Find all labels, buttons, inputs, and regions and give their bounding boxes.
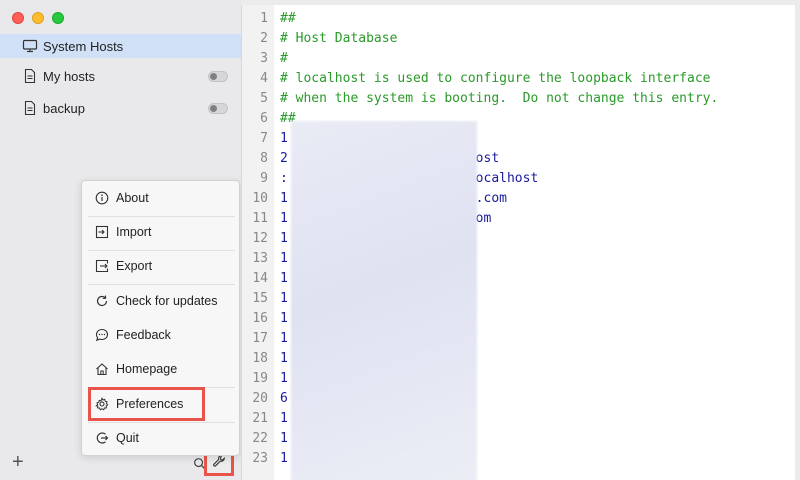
- line-text: 1: [280, 351, 288, 366]
- line-number: 4: [260, 71, 268, 86]
- line-number: 21: [252, 411, 268, 426]
- line-number: 17: [252, 331, 268, 346]
- tools-popup-menu: About Import Export Check for updates Fe…: [81, 180, 240, 456]
- quit-icon: [96, 432, 109, 444]
- menu-item-label: Homepage: [116, 362, 178, 376]
- menu-item-label: Export: [116, 259, 153, 273]
- home-icon: [96, 363, 108, 376]
- add-host-button[interactable]: +: [12, 452, 24, 472]
- sidebar-item-my-hosts[interactable]: My hosts: [0, 64, 241, 88]
- line-number: 8: [260, 151, 268, 166]
- menu-item-label: Quit: [116, 431, 139, 445]
- line-number: 12: [252, 231, 268, 246]
- my-hosts-toggle[interactable]: [208, 71, 228, 82]
- line-text: #: [280, 51, 288, 66]
- menu-item-label: Import: [116, 225, 152, 239]
- line-number: 19: [252, 371, 268, 386]
- line-number: 6: [260, 111, 268, 126]
- line-number: 5: [260, 91, 268, 106]
- refresh-icon: [96, 295, 108, 307]
- line-number: 11: [252, 211, 268, 226]
- menu-divider: [88, 284, 235, 285]
- menu-divider: [88, 422, 235, 423]
- export-icon: [95, 259, 109, 273]
- menu-item-about[interactable]: About: [88, 185, 235, 211]
- line-number: 20: [252, 391, 268, 406]
- line-text: # localhost is used to configure the loo…: [280, 71, 711, 86]
- hosts-editor[interactable]: 1 ## 2 # Host Database 3 #4 # localhost is use…: [241, 5, 795, 480]
- menu-item-import[interactable]: Import: [88, 219, 235, 245]
- info-icon: [95, 191, 109, 205]
- menu-item-check-updates[interactable]: Check for updates: [88, 288, 235, 314]
- gear-icon: [95, 397, 109, 411]
- line-number: 2: [260, 31, 268, 46]
- menu-item-label: Check for updates: [116, 294, 218, 308]
- line-number: 9: [260, 171, 268, 186]
- line-number: 10: [252, 191, 268, 206]
- menu-item-export[interactable]: Export: [88, 253, 235, 279]
- sidebar-item-backup[interactable]: backup: [0, 96, 241, 120]
- monitor-icon: [22, 39, 38, 53]
- line-number: 15: [252, 291, 268, 306]
- sidebar-item-label: backup: [43, 100, 85, 116]
- menu-item-feedback[interactable]: Feedback: [88, 322, 235, 348]
- line-number: 14: [252, 271, 268, 286]
- line-text: # Host Database: [280, 31, 398, 46]
- menu-item-label: Preferences: [116, 397, 184, 411]
- line-number: 16: [252, 311, 268, 326]
- minimize-window-button[interactable]: [32, 12, 44, 24]
- line-number: 1: [260, 11, 268, 26]
- menu-item-label: Feedback: [116, 328, 171, 342]
- line-number: 7: [260, 131, 268, 146]
- sidebar-item-label: System Hosts: [43, 38, 124, 54]
- sidebar-item-label: My hosts: [43, 68, 96, 84]
- line-number: 22: [252, 431, 268, 446]
- backup-toggle[interactable]: [208, 103, 228, 114]
- sidebar-item-system-hosts[interactable]: System Hosts: [0, 34, 241, 58]
- menu-item-homepage[interactable]: Homepage: [88, 356, 235, 382]
- line-text: ##: [280, 11, 296, 26]
- file-icon: [24, 68, 36, 84]
- menu-item-preferences[interactable]: Preferences: [88, 387, 205, 421]
- close-window-button[interactable]: [12, 12, 24, 24]
- zoom-window-button[interactable]: [52, 12, 64, 24]
- redacted-area: [291, 121, 477, 480]
- file-icon: [24, 100, 36, 116]
- wrench-icon: [213, 454, 225, 467]
- line-number: 18: [252, 351, 268, 366]
- line-text: 1: [280, 131, 288, 146]
- menu-divider: [88, 250, 235, 251]
- line-number: 3: [260, 51, 268, 66]
- window-controls: [12, 12, 64, 24]
- line-number: 13: [252, 251, 268, 266]
- import-icon: [95, 225, 109, 239]
- menu-item-label: About: [116, 191, 149, 205]
- line-text: # when the system is booting. Do not cha…: [280, 91, 719, 106]
- chat-icon: [95, 328, 109, 342]
- menu-item-quit[interactable]: Quit: [88, 425, 235, 451]
- line-number: 23: [252, 451, 268, 466]
- menu-divider: [88, 216, 235, 217]
